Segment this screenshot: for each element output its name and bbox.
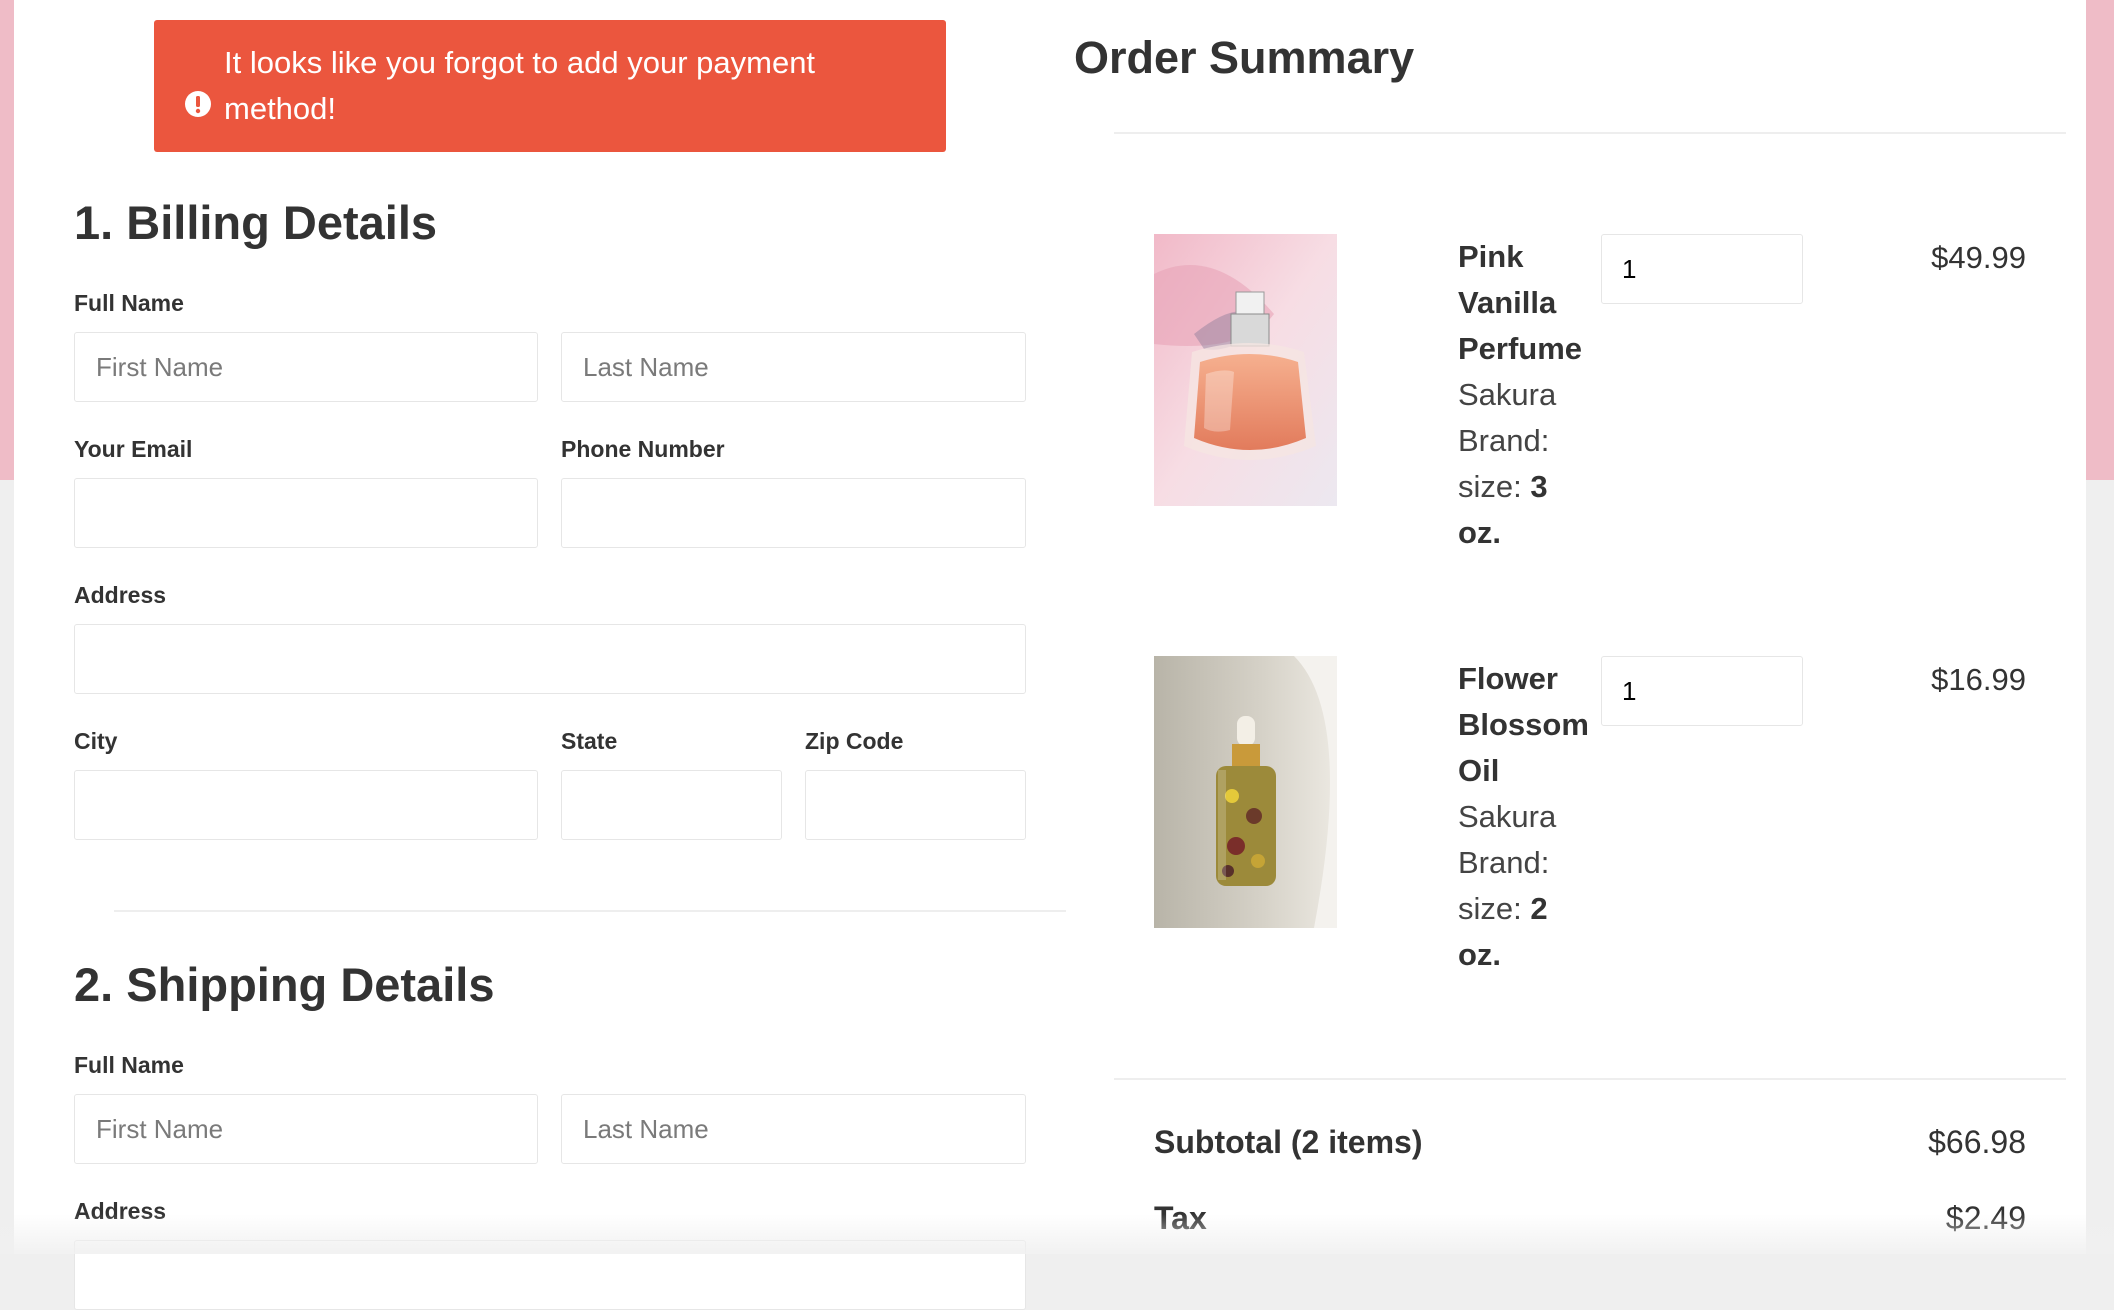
billing-details-heading: 1. Billing Details (74, 196, 438, 249)
item-brand: Sakura Brand: (1458, 799, 1557, 880)
item-quantity-input[interactable] (1601, 234, 1803, 304)
item-price: $16.99 (1931, 662, 2026, 697)
billing-full-name-label: Full Name (74, 290, 184, 316)
shipping-first-name-input[interactable] (74, 1094, 538, 1164)
billing-address-input[interactable] (74, 624, 1026, 694)
bottom-fade (0, 1214, 2114, 1254)
item-name: Pink Vanilla Perfume (1458, 239, 1583, 366)
billing-first-name-input[interactable] (74, 332, 538, 402)
billing-state-label: State (561, 728, 618, 754)
alert-message: It looks like you forgot to add your pay… (224, 45, 816, 126)
subtotal-label: Subtotal (2 items) (1154, 1124, 1423, 1160)
oil-dropper-bottle-image[interactable] (1154, 656, 1337, 928)
item-price: $49.99 (1931, 240, 2026, 275)
item-brand: Sakura Brand: (1458, 377, 1557, 458)
payment-error-alert: It looks like you forgot to add your pay… (154, 20, 946, 152)
item-quantity-input[interactable] (1601, 656, 1803, 726)
shipping-full-name-label: Full Name (74, 1052, 184, 1078)
billing-zip-input[interactable] (805, 770, 1026, 840)
item-details: Sakura Brand: size: 2 oz. (1458, 794, 1598, 978)
billing-city-label: City (74, 728, 118, 754)
billing-zip-label: Zip Code (805, 728, 904, 754)
shipping-details-heading: 2. Shipping Details (74, 958, 495, 1011)
billing-email-label: Your Email (74, 436, 193, 462)
billing-email-input[interactable] (74, 478, 538, 548)
item-details: Sakura Brand: size: 3 oz. (1458, 372, 1598, 556)
billing-address-label: Address (74, 582, 167, 608)
summary-totals-divider (1114, 1078, 2066, 1080)
exclamation-circle-icon (185, 91, 211, 117)
subtotal-value: $66.98 (1928, 1124, 2026, 1160)
item-name: Flower Blossom Oil (1458, 661, 1589, 788)
section-divider (114, 910, 1066, 912)
summary-top-divider (1114, 132, 2066, 134)
item-size-label: size: (1458, 469, 1522, 504)
billing-phone-label: Phone Number (561, 436, 725, 462)
shipping-last-name-input[interactable] (561, 1094, 1026, 1164)
order-summary-heading: Order Summary (1074, 32, 1415, 83)
perfume-bottle-image[interactable] (1154, 234, 1337, 506)
billing-city-input[interactable] (74, 770, 538, 840)
billing-last-name-input[interactable] (561, 332, 1026, 402)
billing-phone-input[interactable] (561, 478, 1026, 548)
billing-state-input[interactable] (561, 770, 782, 840)
item-size-label: size: (1458, 891, 1522, 926)
